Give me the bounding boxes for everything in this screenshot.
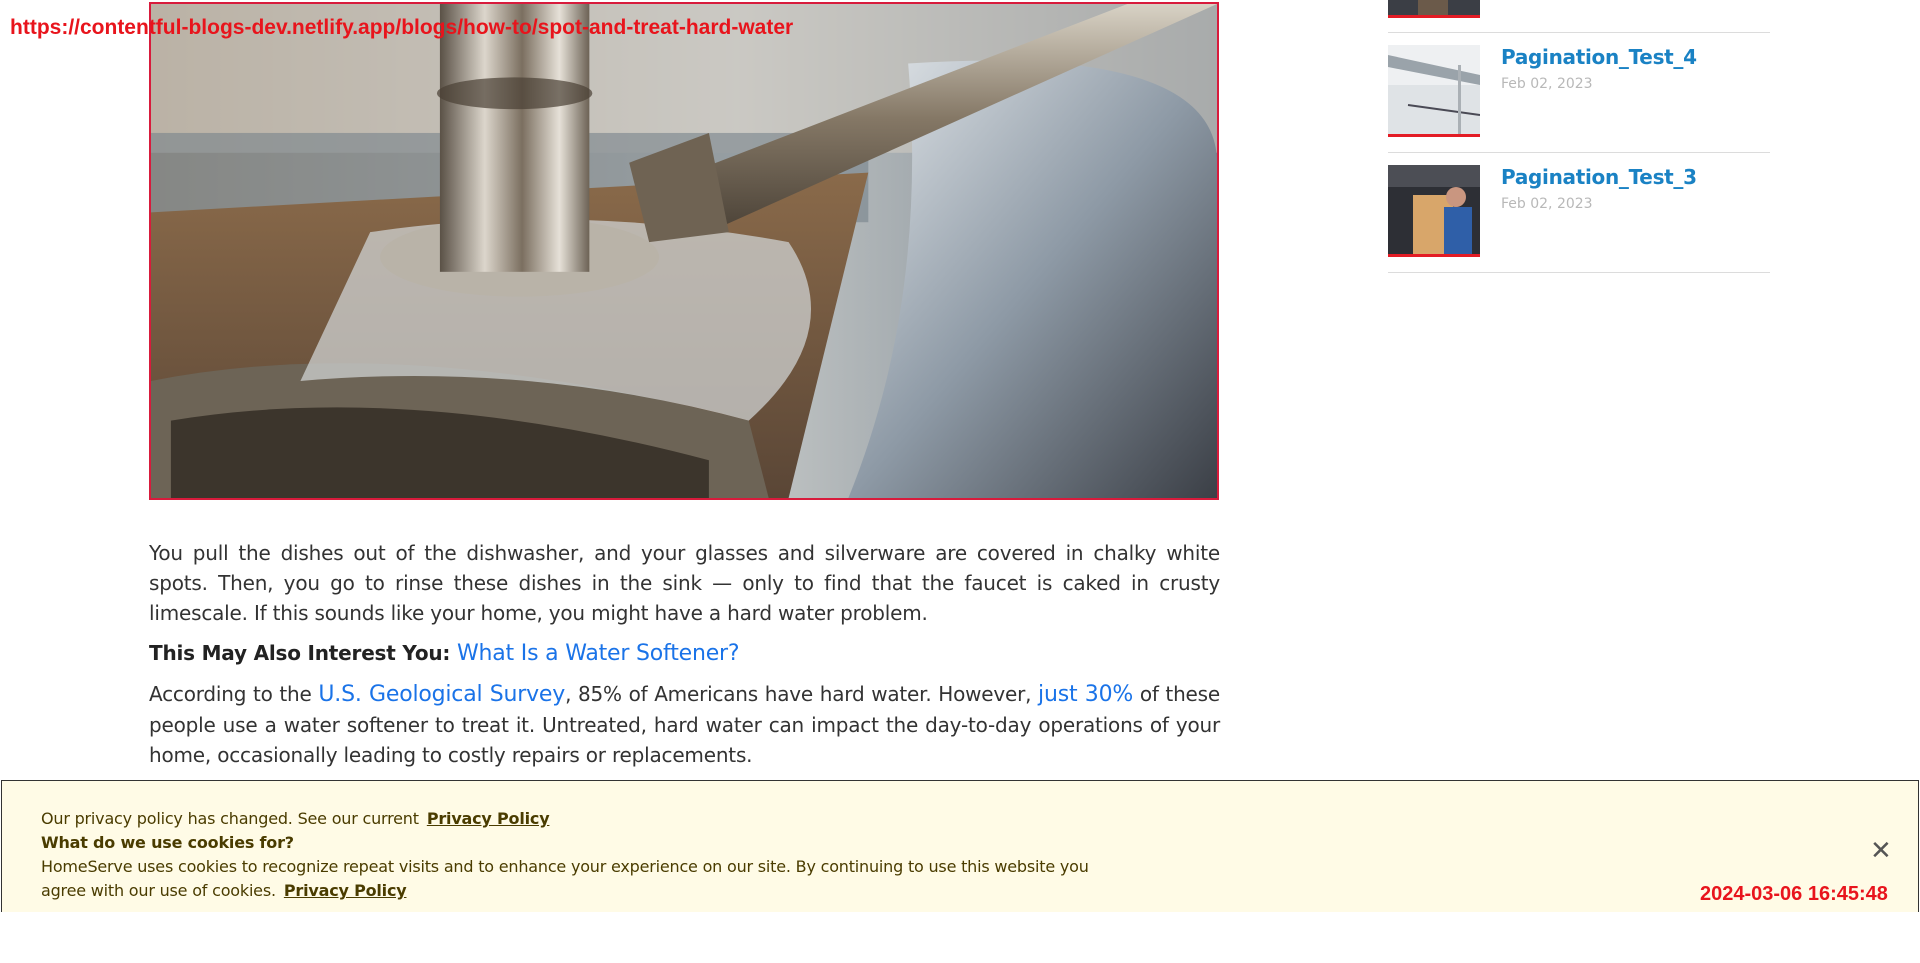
post-thumbnail[interactable] xyxy=(1388,165,1480,257)
sidebar-post[interactable]: Pagination_Test_3 Feb 02, 2023 xyxy=(1388,153,1770,273)
privacy-policy-link-2[interactable]: Privacy Policy xyxy=(284,881,407,900)
article-paragraph: You pull the dishes out of the dishwashe… xyxy=(149,541,1220,625)
related-article: This May Also Interest You: What Is a Wa… xyxy=(149,638,1220,669)
post-date: Feb 02, 2023 xyxy=(1501,76,1593,92)
close-icon[interactable]: ✕ xyxy=(1870,835,1892,866)
post-title[interactable]: Pagination_Test_3 xyxy=(1501,165,1697,189)
related-prefix: This May Also Interest You: xyxy=(149,641,457,665)
cookie-agree-text: agree with our use of cookies. xyxy=(41,881,276,900)
hero-image xyxy=(149,2,1219,500)
cookie-line-4: agree with our use of cookies. Privacy Po… xyxy=(41,881,407,900)
url-overlay: https://contentful-blogs-dev.netlify.app… xyxy=(10,16,794,39)
sidebar-post-partial[interactable] xyxy=(1388,0,1770,33)
privacy-changed-text: Our privacy policy has changed. See our … xyxy=(41,809,419,828)
p2-text-a: According to the xyxy=(149,682,319,706)
post-title[interactable]: Pagination_Test_4 xyxy=(1501,45,1697,69)
timestamp-overlay: 2024-03-06 16:45:48 xyxy=(1700,883,1888,905)
usgs-link[interactable]: U.S. Geological Survey xyxy=(318,682,565,707)
faucet-sink-image xyxy=(151,4,1217,498)
cookie-description: HomeServe uses cookies to recognize repe… xyxy=(41,857,1089,876)
thirty-percent-link[interactable]: just 30% xyxy=(1038,682,1133,707)
sidebar-post[interactable]: Pagination_Test_4 Feb 02, 2023 xyxy=(1388,33,1770,153)
article-paragraph: According to the U.S. Geological Survey,… xyxy=(149,679,1220,770)
p2-text-b: , 85% of Americans have hard water. Howe… xyxy=(565,682,1039,706)
related-article-link[interactable]: What Is a Water Softener? xyxy=(457,641,740,666)
privacy-policy-link[interactable]: Privacy Policy xyxy=(427,809,550,828)
cookie-heading: What do we use cookies for? xyxy=(41,833,294,852)
sidebar-related-posts: Pagination_Test_4 Feb 02, 2023 Paginatio… xyxy=(1388,0,1770,273)
post-thumbnail[interactable] xyxy=(1388,45,1480,137)
cookie-line-1: Our privacy policy has changed. See our … xyxy=(41,809,550,828)
cookie-banner: Our privacy policy has changed. See our … xyxy=(1,780,1919,912)
post-thumbnail[interactable] xyxy=(1388,0,1480,18)
article-body: You pull the dishes out of the dishwashe… xyxy=(149,538,1220,770)
post-date: Feb 02, 2023 xyxy=(1501,196,1593,212)
